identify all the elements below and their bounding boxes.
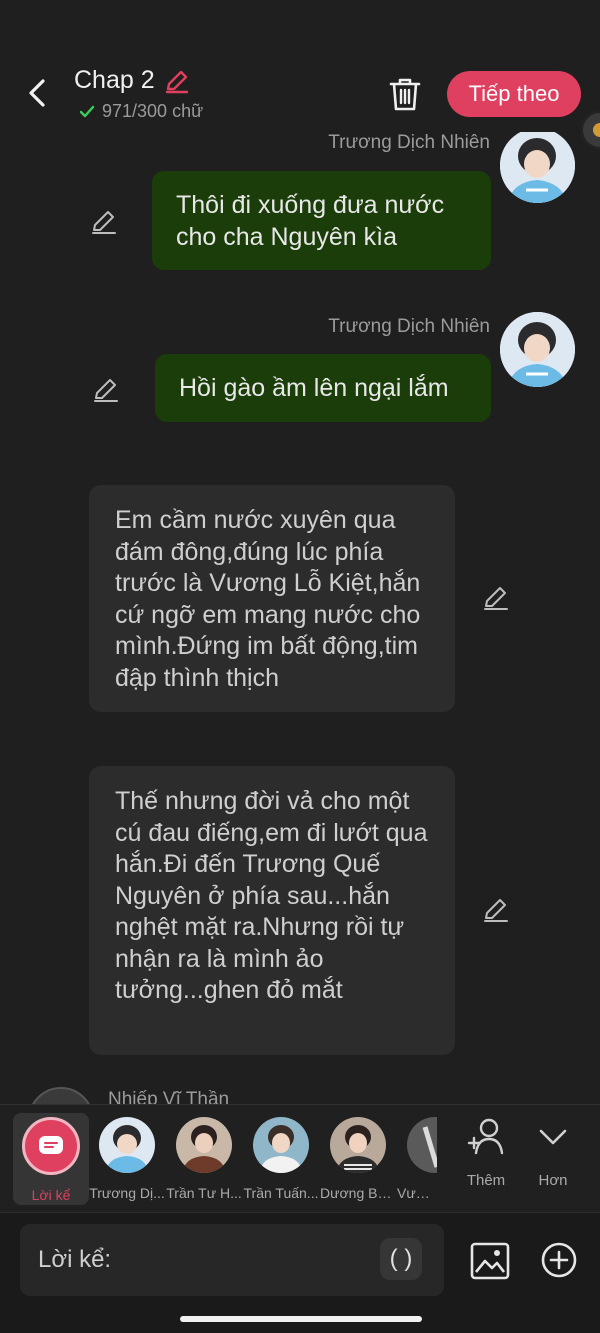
character-label: Trần Tư H... xyxy=(166,1185,242,1201)
character-label: Lời kể xyxy=(31,1187,71,1203)
chevron-down-icon xyxy=(539,1129,567,1145)
character-item[interactable]: Trần Tuấn... xyxy=(243,1113,319,1201)
speaker-name: Trương Dịch Nhiên xyxy=(328,316,490,337)
more-characters-button[interactable]: Hơn xyxy=(518,1117,588,1189)
character-item[interactable]: Trương Dị... xyxy=(89,1113,165,1201)
partial-message[interactable]: Nhiếp Vĩ Thần xyxy=(28,1087,229,1104)
home-indicator[interactable] xyxy=(180,1316,422,1322)
character-avatar xyxy=(407,1117,437,1173)
image-icon[interactable] xyxy=(470,1241,510,1281)
back-button[interactable] xyxy=(18,74,56,112)
chat-area[interactable]: Trương Dịch Nhiên Thôi đi xuống đưa nước… xyxy=(0,132,600,1104)
composer: Lời kể: ( ) xyxy=(0,1212,600,1333)
check-icon xyxy=(79,105,95,117)
editor-header: Chap 2 971/300 chữ Tiếp theo xyxy=(0,50,600,132)
narration-icon xyxy=(22,1117,80,1175)
character-item[interactable]: Vương xyxy=(397,1113,437,1201)
input-label: Lời kể: xyxy=(38,1246,112,1273)
character-avatar xyxy=(176,1117,232,1173)
avatar-image xyxy=(500,132,575,203)
narration-input[interactable]: Lời kể: ( ) xyxy=(20,1224,444,1296)
character-narration[interactable]: Lời kể xyxy=(13,1113,89,1205)
character-label: Vương xyxy=(397,1185,437,1201)
character-item[interactable]: Dương Bá... xyxy=(320,1113,396,1201)
speaker-name: Trương Dịch Nhiên xyxy=(328,132,490,153)
character-label: Trần Tuấn... xyxy=(243,1185,319,1201)
add-person-icon xyxy=(467,1118,504,1155)
character-selector: Lời kể Trương Dị... Trần Tư H... Trần Tu… xyxy=(0,1104,600,1212)
edit-message-icon[interactable] xyxy=(90,208,118,236)
speaker-name: Nhiếp Vĩ Thần xyxy=(108,1089,230,1104)
edit-message-icon[interactable] xyxy=(92,376,120,404)
chevron-left-icon xyxy=(29,79,45,107)
character-avatar xyxy=(253,1117,309,1173)
next-button[interactable]: Tiếp theo xyxy=(447,71,581,117)
message-bubble[interactable]: Hồi gào ầm lên ngại lắm xyxy=(155,354,491,422)
character-label: Dương Bá... xyxy=(320,1185,396,1201)
edit-title-icon[interactable] xyxy=(163,67,191,95)
avatar-image xyxy=(500,312,575,387)
chapter-title-block: Chap 2 971/300 chữ xyxy=(74,66,203,122)
narration-bubble[interactable]: Em cầm nước xuyên qua đám đông,đúng lúc … xyxy=(89,485,455,712)
avatar[interactable] xyxy=(500,132,575,203)
message-bubble[interactable]: Thôi đi xuống đưa nước cho cha Nguyên kì… xyxy=(152,171,491,270)
narration-bubble[interactable]: Thế nhưng đời vả cho một cú đau điếng,em… xyxy=(89,766,455,1055)
avatar[interactable] xyxy=(500,312,575,387)
character-avatar xyxy=(330,1117,386,1173)
chapter-title: Chap 2 xyxy=(74,66,155,94)
parentheses-button[interactable]: ( ) xyxy=(380,1238,422,1280)
trash-icon[interactable] xyxy=(388,76,422,112)
character-item[interactable]: Trần Tư H... xyxy=(166,1113,242,1201)
character-avatar xyxy=(99,1117,155,1173)
plus-circle-icon[interactable] xyxy=(540,1241,578,1279)
add-character-button[interactable]: Thêm xyxy=(451,1117,521,1189)
add-label: Thêm xyxy=(466,1172,506,1189)
edit-narration-icon[interactable] xyxy=(482,584,510,612)
status-bar xyxy=(0,0,600,50)
edit-narration-icon[interactable] xyxy=(482,896,510,924)
avatar[interactable] xyxy=(28,1087,94,1104)
word-count: 971/300 chữ xyxy=(102,101,204,121)
character-label: Trương Dị... xyxy=(89,1185,165,1201)
more-label: Hơn xyxy=(538,1172,568,1189)
